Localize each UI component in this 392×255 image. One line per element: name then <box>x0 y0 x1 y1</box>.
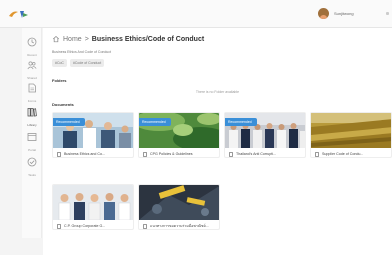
page-title: Business Ethics/Code of Conduct <box>91 35 205 43</box>
breadcrumb-home[interactable]: Home <box>63 36 82 43</box>
page-subtitle: Business Ethics And Code of Conduct <box>52 50 111 54</box>
document-thumbnail <box>311 113 391 148</box>
avatar[interactable] <box>318 8 329 19</box>
document-thumbnail <box>53 185 133 220</box>
card-footer: Supplier Code of Condu... <box>311 149 391 157</box>
file-icon <box>143 151 147 157</box>
sidebar: Recent Shared Forms Library Portal Tasks <box>20 28 44 238</box>
portal-icon <box>27 133 37 141</box>
document-card[interactable]: Supplier Code of Condu... <box>310 112 392 158</box>
sidebar-item-forms[interactable]: Forms <box>22 80 42 103</box>
user-menu[interactable]: Sunjitwong <box>318 8 354 19</box>
recommended-badge: Recommended <box>53 118 85 126</box>
library-icon <box>27 108 37 117</box>
card-footer: C.P. Group Corporate G... <box>53 221 133 229</box>
file-icon <box>57 151 61 157</box>
file-icon <box>143 223 147 229</box>
sidebar-item-label: Library <box>27 123 37 127</box>
document-card[interactable]: แนวทางการขอความร่วมมือพาณิชย์... <box>138 184 220 230</box>
clock-icon <box>27 37 37 47</box>
user-name: Sunjitwong <box>334 11 354 16</box>
document-card[interactable]: Recommended Thailand's Anti Corrupti... <box>224 112 306 158</box>
document-title: แนวทางการขอความร่วมมือพาณิชย์... <box>150 224 209 228</box>
breadcrumb: Home > Business Ethics/Code of Conduct <box>52 35 204 43</box>
document-title: Thailand's Anti Corrupti... <box>236 152 277 156</box>
document-thumbnail: Recommended <box>225 113 305 148</box>
breadcrumb-separator: > <box>84 35 89 43</box>
people-icon <box>27 61 37 70</box>
file-icon <box>229 151 233 157</box>
card-footer: แนวทางการขอความร่วมมือพาณิชย์... <box>139 221 219 229</box>
main-content: Home > Business Ethics/Code of Conduct B… <box>43 28 392 255</box>
sidebar-item-label: Tasks <box>28 173 36 177</box>
tag-list: #CoC #Code of Conduct <box>52 59 105 67</box>
documents-heading: Documents <box>52 102 74 107</box>
card-footer: Thailand's Anti Corrupti... <box>225 149 305 157</box>
document-icon <box>28 83 36 93</box>
sidebar-item-portal[interactable]: Portal <box>22 129 42 152</box>
sidebar-item-recent[interactable]: Recent <box>22 34 42 57</box>
file-icon <box>315 151 319 157</box>
sidebar-item-tasks[interactable]: Tasks <box>22 154 42 177</box>
sidebar-item-label: Portal <box>28 148 36 152</box>
document-thumbnail: Recommended <box>139 113 219 148</box>
document-card[interactable]: Recommended Business Ethics and Co... <box>52 112 134 158</box>
document-title: Supplier Code of Condu... <box>322 152 364 156</box>
more-icon[interactable] <box>386 12 389 15</box>
folders-empty-message: There is no Folder available <box>195 90 240 94</box>
document-thumbnail: Recommended <box>53 113 133 148</box>
home-icon[interactable] <box>52 35 60 43</box>
file-icon <box>57 223 61 229</box>
top-bar: Sunjitwong <box>0 0 392 28</box>
document-card[interactable]: Recommended CPG Policies & Guidelines <box>138 112 220 158</box>
sidebar-item-shared[interactable]: Shared <box>22 57 42 80</box>
app-logo-icon[interactable] <box>8 9 32 19</box>
document-thumbnail <box>139 185 219 220</box>
recommended-badge: Recommended <box>139 118 171 126</box>
tag-chip[interactable]: #CoC <box>52 59 67 67</box>
card-footer: Business Ethics and Co... <box>53 149 133 157</box>
folders-heading: Folders <box>52 78 67 83</box>
tag-chip[interactable]: #Code of Conduct <box>69 59 105 67</box>
document-title: C.P. Group Corporate G... <box>64 224 106 228</box>
recommended-badge: Recommended <box>225 118 257 126</box>
document-card[interactable]: C.P. Group Corporate G... <box>52 184 134 230</box>
check-circle-icon <box>27 157 37 167</box>
card-footer: CPG Policies & Guidelines <box>139 149 219 157</box>
sidebar-item-library[interactable]: Library <box>20 102 44 127</box>
document-title: CPG Policies & Guidelines <box>150 152 193 156</box>
sidebar-item-label: Forms <box>27 99 37 103</box>
document-title: Business Ethics and Co... <box>64 152 105 156</box>
